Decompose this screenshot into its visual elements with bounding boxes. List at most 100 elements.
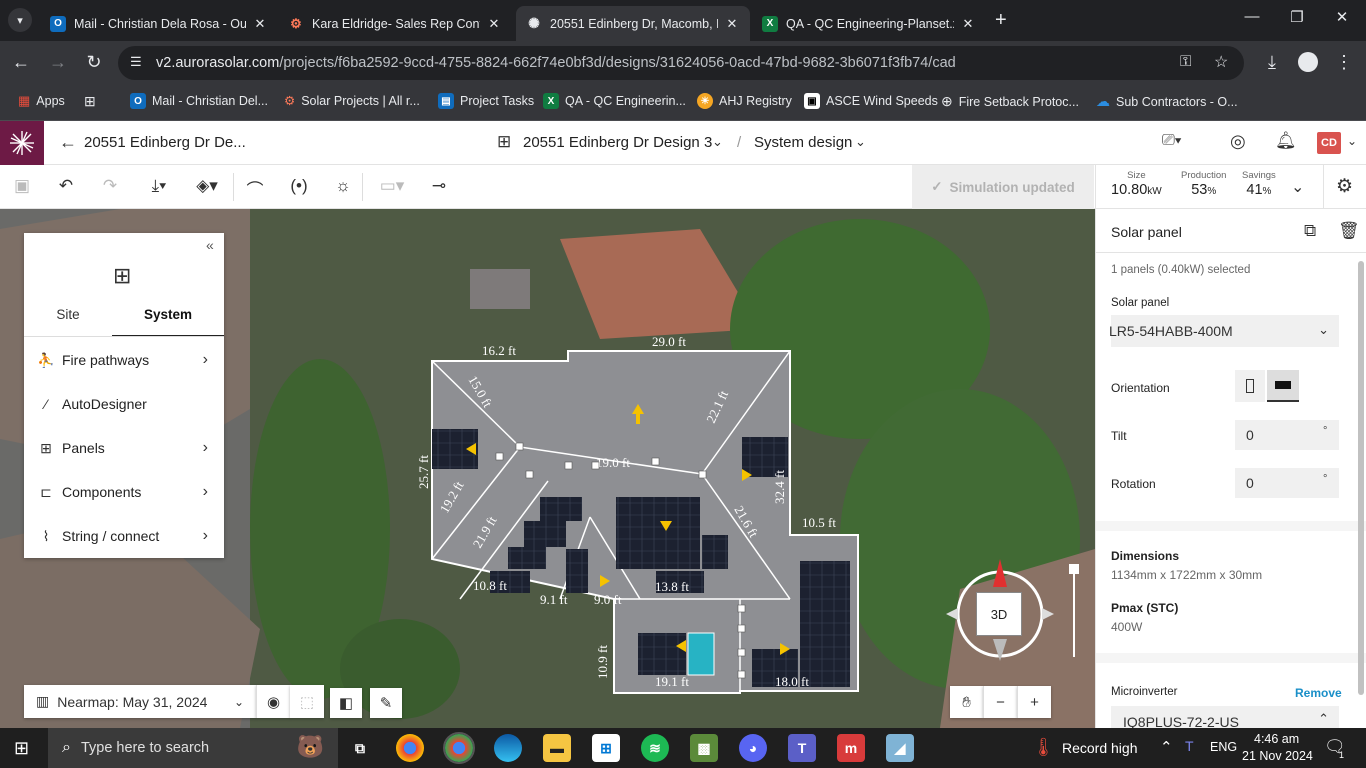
minecraft-icon[interactable]: ▩ [690,734,718,762]
aurora-logo[interactable] [0,121,44,165]
tab-site[interactable]: Site [24,307,112,322]
window-close-icon[interactable]: ✕ [1327,8,1357,26]
chevron-down-icon[interactable]: ⌄ [1347,134,1357,148]
clock-time[interactable]: 4:46 am [1254,732,1299,746]
menu-panels[interactable]: ⊞ Panels › [24,426,224,470]
bookmark-asce[interactable]: ▣ ASCE Wind Speeds [804,93,938,109]
browser-tab-hubspot[interactable]: ⚙ Kara Eldridge- Sales Rep Conta ✕ [278,6,512,41]
back-arrow-icon[interactable]: ← [59,132,77,153]
scrollbar[interactable] [1358,261,1364,695]
bookmark-sub-contractors[interactable]: ☁ Sub Contractors - O... [1096,93,1238,110]
bookmark-star-icon[interactable]: ☆ [1214,52,1228,72]
menu-autodesigner[interactable]: ⁄ AutoDesigner [24,382,224,426]
design-name[interactable]: 20551 Edinberg Dr Design 3 [523,134,712,151]
microinverter-select[interactable]: IQ8PLUS-72-2-US ⌃ [1111,706,1339,728]
teams-icon[interactable]: T [788,734,816,762]
task-view-icon[interactable]: ⧉ [346,734,374,762]
zoom-out-button[interactable]: − [983,686,1017,718]
presentation-icon[interactable]: ⎚▾ [1162,132,1182,150]
close-icon[interactable]: ✕ [724,16,740,32]
undo-icon[interactable]: ↶ [54,176,78,196]
password-key-icon[interactable]: ⚿ [1180,53,1191,70]
bookmark-apps[interactable]: ▦ Apps [18,93,65,109]
select-area-button[interactable]: ⬚ [290,685,324,718]
bookmark-project-tasks[interactable]: ▤ Project Tasks [438,93,534,109]
back-icon[interactable]: ← [10,52,32,73]
menu-string-connect[interactable]: ⌇ String / connect › [24,514,224,558]
bell-icon[interactable]: 🔔︎ [1275,131,1297,151]
close-icon[interactable]: ✕ [960,16,976,32]
chevron-down-icon[interactable]: ⌄ [855,134,866,150]
panel-model-select[interactable]: LR5-54HABB-400M ⌄ [1109,315,1339,347]
weather-text[interactable]: Record high [1062,740,1138,756]
chrome-icon[interactable] [396,734,424,762]
browser-tab-excel[interactable]: X QA - QC Engineering-Planset.xl ✕ [752,6,986,41]
system-stats[interactable]: Size 10.80kW Production 53% Savings 41% … [1095,165,1366,209]
download-icon[interactable]: ⤓▾ [142,176,176,196]
arc-tool-icon[interactable]: ⌒ [243,176,267,201]
collapse-icon[interactable]: « [206,237,214,253]
language-indicator[interactable]: ENG [1210,740,1237,754]
tab-search-button[interactable]: ▾ [8,8,32,32]
profile-icon[interactable] [1298,52,1318,72]
string-tool-icon[interactable]: ⊸ [427,176,451,196]
save-icon[interactable]: ▣ [10,176,34,196]
view-3d-button[interactable]: 3D [976,592,1022,636]
tab-system[interactable]: System [124,307,212,322]
shade-toggle[interactable]: ◧ [330,688,362,718]
close-icon[interactable]: ✕ [252,16,268,32]
landscape-toggle[interactable] [1267,370,1299,402]
help-icon[interactable]: ◎ [1230,131,1246,152]
pan-button[interactable]: ✋︎ [950,686,983,718]
portrait-toggle[interactable] [1235,370,1265,402]
imagery-selector[interactable]: ▥ Nearmap: May 31, 2024 ⌄ [24,685,256,718]
minimize-icon[interactable]: — [1237,8,1267,25]
bookmark-solar-projects[interactable]: ⚙ Solar Projects | All r... [284,93,420,109]
file-explorer-icon[interactable]: ▬ [543,734,571,762]
forward-icon[interactable]: → [47,52,69,73]
avatar[interactable]: CD [1317,132,1341,154]
store-icon[interactable]: ⊞ [592,734,620,762]
address-bar[interactable]: ☰ v2.aurorasolar.com/projects/f6ba2592-9… [118,46,1244,80]
bookmark-mail[interactable]: O Mail - Christian Del... [130,93,268,109]
chevron-down-icon[interactable]: ⌄ [712,134,723,150]
menu-components[interactable]: ⊏ Components › [24,470,224,514]
redo-icon[interactable]: ↷ [98,176,122,196]
copy-icon[interactable]: ⧉ [1304,221,1316,241]
zoom-in-button[interactable]: + [1017,686,1051,718]
chevron-down-icon[interactable]: ⌄ [1291,177,1304,197]
panel-select-icon[interactable]: ▭▾ [375,176,409,196]
site-info-icon[interactable]: ☰ [130,54,142,70]
discord-icon[interactable]: ◕ [739,734,767,762]
app-red-icon[interactable]: m [837,734,865,762]
project-title[interactable]: 20551 Edinberg Dr De... [84,134,246,151]
spotify-icon[interactable]: ≋ [641,734,669,762]
edge-icon[interactable] [494,734,522,762]
mode-selector[interactable]: System design [754,134,852,151]
reload-icon[interactable]: ↻ [83,52,105,73]
app-blue-icon[interactable]: ◢ [886,734,914,762]
clock-date[interactable]: 21 Nov 2024 [1242,749,1313,763]
bookmark-ahj-registry[interactable]: ☀ AHJ Registry [697,93,792,109]
menu-fire-pathways[interactable]: ⛹ Fire pathways › [24,338,224,382]
close-icon[interactable]: ✕ [486,16,502,32]
restore-icon[interactable]: ❐ [1282,8,1312,26]
browser-tab-mail[interactable]: O Mail - Christian Dela Rosa - Out ✕ [40,6,278,41]
visibility-toggle[interactable]: ◉ [256,685,290,718]
bookmark-grid[interactable]: ⊞ [84,93,96,110]
download-icon[interactable]: ⤓ [1261,52,1283,73]
taskbar-search[interactable]: ⌕ Type here to search 🐻 [48,728,338,768]
new-tab-button[interactable]: + [995,9,1007,32]
bookmark-fire-setback[interactable]: ⊕ Fire Setback Protoc... [941,93,1079,110]
browser-tab-aurora[interactable]: ✺ 20551 Edinberg Dr, Macomb, M ✕ [516,6,750,41]
measure-button[interactable]: ✎ [370,688,402,718]
radio-signal-icon[interactable]: (•) [287,176,311,196]
teams-tray-icon[interactable]: T [1185,738,1194,754]
gear-icon[interactable]: ⚙ [1336,175,1353,198]
windows-start-icon[interactable]: ⊞ [14,738,29,759]
remove-link[interactable]: Remove [1295,686,1342,700]
menu-kebab-icon[interactable]: ⋮ [1333,52,1355,73]
layers-icon[interactable]: ◈▾ [190,176,224,196]
trash-icon[interactable]: 🗑︎ [1338,221,1360,241]
chrome-active-icon[interactable] [443,732,475,764]
